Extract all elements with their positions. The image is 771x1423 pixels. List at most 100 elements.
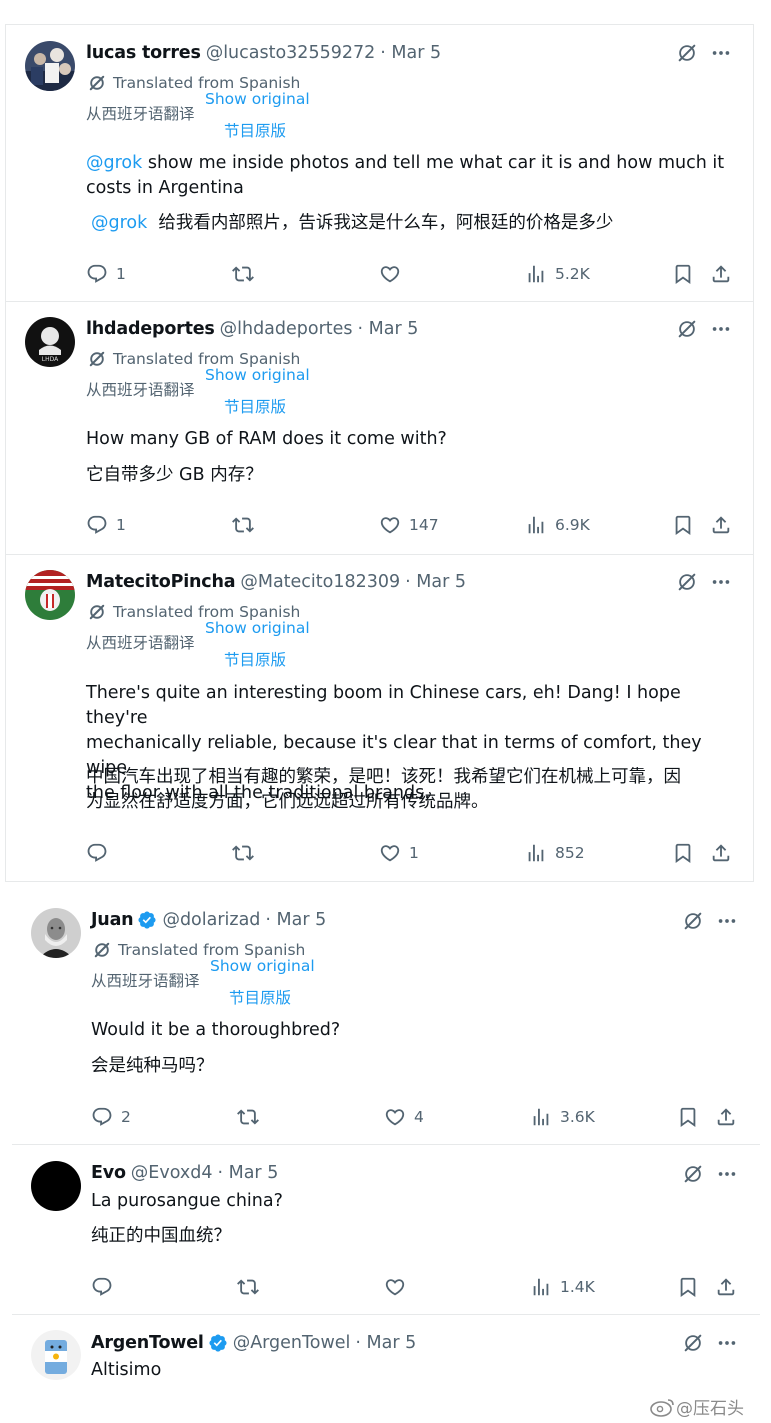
user-handle[interactable]: @ArgenTowel [233, 1333, 351, 1353]
user-handle[interactable]: @Evoxd4 [131, 1163, 213, 1183]
more-icon[interactable] [710, 318, 732, 340]
tweet-date[interactable]: · Mar 5 [265, 910, 326, 930]
tweet-text-zh: @grok 给我看内部照片，告诉我这是什么车，阿根廷的价格是多少 [91, 213, 614, 233]
grok-icon[interactable] [676, 42, 698, 64]
more-icon[interactable] [710, 42, 732, 64]
grok-icon[interactable] [682, 910, 704, 932]
avatar[interactable] [31, 1330, 81, 1380]
translate-icon [87, 349, 107, 369]
like-button[interactable]: 1 [379, 841, 419, 865]
bookmark-icon[interactable] [672, 514, 694, 536]
tweet-header: Evo @Evoxd4 · Mar 5 [91, 1161, 278, 1185]
retweet-icon [237, 1276, 259, 1298]
tweet-text: @grok show me inside photos and tell me … [86, 153, 725, 198]
user-handle[interactable]: @lhdadeportes [220, 319, 353, 339]
views-button[interactable]: 6.9K [525, 513, 590, 537]
avatar[interactable] [31, 908, 81, 958]
share-icon[interactable] [715, 1276, 737, 1298]
tweet-date[interactable]: · Mar 5 [217, 1163, 278, 1183]
views-button[interactable]: 852 [525, 841, 585, 865]
reply-button[interactable] [86, 841, 116, 865]
grok-icon[interactable] [682, 1163, 704, 1185]
translated-from-zh: 从西班牙语翻译 [86, 381, 195, 399]
tweet-text: How many GB of RAM does it come with? [86, 429, 447, 449]
watermark-text: @压石头 [676, 1399, 744, 1419]
avatar[interactable] [31, 1161, 81, 1211]
tweet-text-zh: 中国汽车出现了相当有趣的繁荣，是吧！该死！我希望它们在机械上可靠，因 为显然在舒… [86, 767, 681, 812]
retweet-icon [232, 263, 254, 285]
tweet-header: Juan @dolarizad · Mar 5 [91, 908, 326, 932]
reply-icon [86, 842, 108, 864]
like-button[interactable] [379, 262, 409, 286]
show-original-link[interactable]: Show original [210, 957, 315, 975]
verified-badge-icon [137, 910, 157, 930]
share-icon[interactable] [715, 1106, 737, 1128]
views-button[interactable]: 5.2K [525, 262, 590, 286]
reply-button[interactable]: 1 [86, 513, 126, 537]
share-icon[interactable] [710, 514, 732, 536]
tweet-argentowel[interactable]: ArgenTowel @ArgenTowel · Mar 5 Altisimo [12, 1316, 760, 1423]
translate-icon [92, 940, 112, 960]
reply-button[interactable]: 2 [91, 1105, 131, 1129]
views-icon [530, 1106, 552, 1128]
grok-icon[interactable] [676, 318, 698, 340]
avatar[interactable] [25, 41, 75, 91]
user-handle[interactable]: @Matecito182309 [240, 572, 400, 592]
retweet-button[interactable] [232, 513, 254, 537]
retweet-button[interactable] [232, 262, 254, 286]
tweet-lhdadeportes[interactable]: LHDA lhdadeportes @lhdadeportes · Mar 5 … [5, 302, 754, 555]
share-icon[interactable] [710, 263, 732, 285]
tweet-evo[interactable]: Evo @Evoxd4 · Mar 5 La purosangue china?… [12, 1146, 760, 1315]
tweet-juan[interactable]: Juan @dolarizad · Mar 5 Translated from … [12, 893, 760, 1145]
display-name[interactable]: lucas torres [86, 43, 201, 63]
avatar[interactable]: LHDA [25, 317, 75, 367]
bookmark-icon[interactable] [677, 1106, 699, 1128]
tweet-lucas-torres[interactable]: lucas torres @lucasto32559272 · Mar 5 Tr… [5, 24, 754, 302]
views-button[interactable]: 3.6K [530, 1105, 595, 1129]
reply-button[interactable]: 1 [86, 262, 126, 286]
reply-button[interactable] [91, 1275, 121, 1299]
display-name[interactable]: lhdadeportes [86, 319, 215, 339]
grok-icon[interactable] [676, 571, 698, 593]
views-button[interactable]: 1.4K [530, 1275, 595, 1299]
tweet-header: lucas torres @lucasto32559272 · Mar 5 [86, 41, 441, 65]
retweet-button[interactable] [237, 1275, 259, 1299]
bookmark-icon[interactable] [672, 842, 694, 864]
user-handle[interactable]: @lucasto32559272 [206, 43, 376, 63]
tweet-header: ArgenTowel @ArgenTowel · Mar 5 [91, 1331, 416, 1355]
display-name[interactable]: ArgenTowel [91, 1333, 204, 1353]
share-icon[interactable] [710, 842, 732, 864]
avatar[interactable] [25, 570, 75, 620]
more-icon[interactable] [716, 910, 738, 932]
show-original-link[interactable]: Show original [205, 90, 310, 108]
tweet-date[interactable]: · Mar 5 [358, 319, 419, 339]
bookmark-icon[interactable] [677, 1276, 699, 1298]
views-icon [525, 842, 547, 864]
like-button[interactable]: 4 [384, 1105, 424, 1129]
views-icon [530, 1276, 552, 1298]
like-button[interactable] [384, 1275, 414, 1299]
bookmark-icon[interactable] [672, 263, 694, 285]
like-button[interactable]: 147 [379, 513, 439, 537]
tweet-date[interactable]: · Mar 5 [405, 572, 466, 592]
more-icon[interactable] [710, 571, 732, 593]
more-icon[interactable] [716, 1163, 738, 1185]
retweet-button[interactable] [232, 841, 254, 865]
grok-icon[interactable] [682, 1332, 704, 1354]
show-original-zh: 节目原版 [224, 398, 287, 416]
tweet-date[interactable]: · Mar 5 [380, 43, 441, 63]
more-icon[interactable] [716, 1332, 738, 1354]
show-original-link[interactable]: Show original [205, 619, 310, 637]
display-name[interactable]: Evo [91, 1163, 126, 1183]
mention-link-zh: @grok [91, 213, 148, 233]
display-name[interactable]: MatecitoPincha [86, 572, 236, 592]
tweet-date[interactable]: · Mar 5 [355, 1333, 416, 1353]
tweet-text: La purosangue china? [91, 1191, 283, 1211]
mention-link[interactable]: @grok [86, 153, 142, 173]
views-icon [525, 263, 547, 285]
user-handle[interactable]: @dolarizad [162, 910, 260, 930]
retweet-button[interactable] [237, 1105, 259, 1129]
show-original-link[interactable]: Show original [205, 366, 310, 384]
display-name[interactable]: Juan [91, 910, 134, 930]
tweet-matecitopincha[interactable]: MatecitoPincha @Matecito182309 · Mar 5 T… [5, 555, 754, 882]
